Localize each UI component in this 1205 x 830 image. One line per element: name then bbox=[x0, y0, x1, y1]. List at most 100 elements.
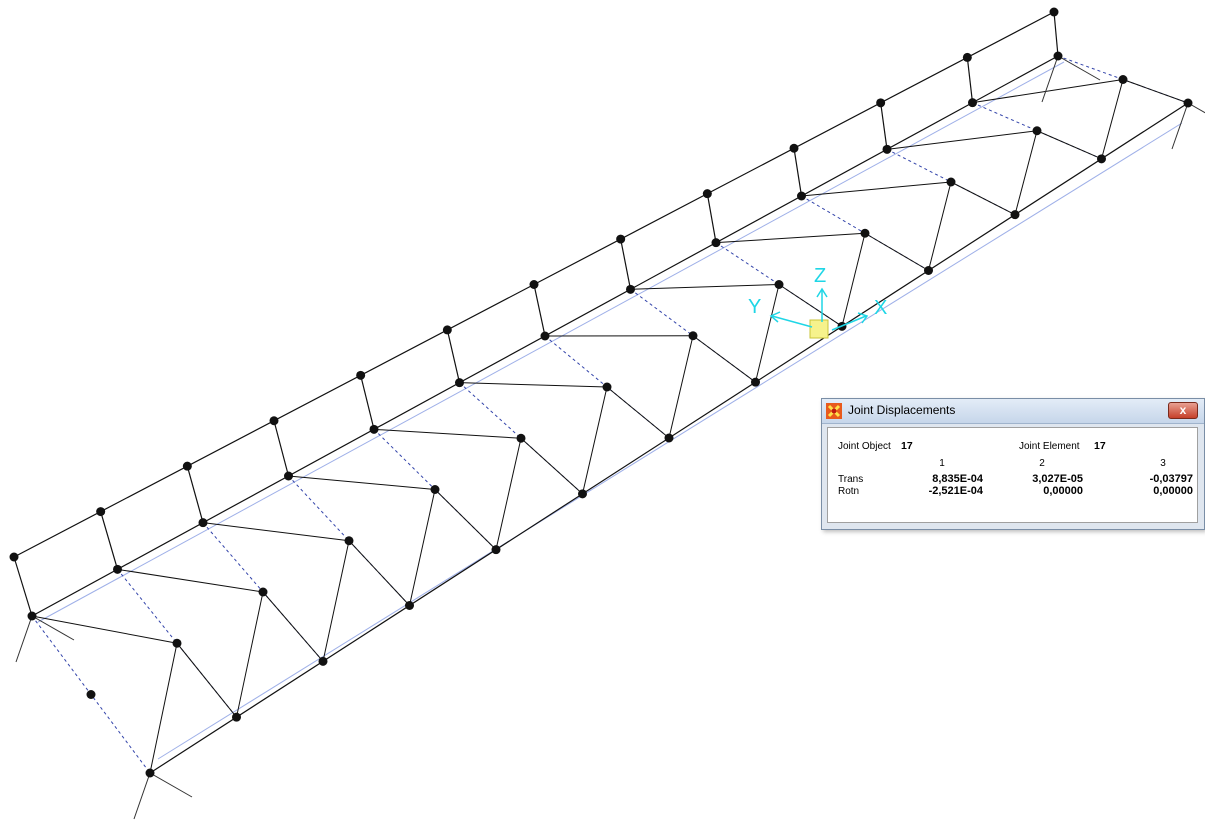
floor-diagonal bbox=[668, 335, 694, 439]
dialog-content: Joint Object 17 Joint Element 17 1 2 3 T… bbox=[827, 427, 1198, 523]
vertical-member bbox=[620, 238, 632, 290]
joint-node[interactable] bbox=[455, 378, 464, 388]
joint-node[interactable] bbox=[1053, 51, 1063, 61]
joint-node[interactable] bbox=[344, 536, 354, 546]
close-icon: x bbox=[1179, 403, 1187, 417]
joint-node[interactable] bbox=[924, 266, 933, 275]
front-brace bbox=[434, 489, 497, 551]
trans-row-label: Trans bbox=[838, 474, 864, 485]
joint-node[interactable] bbox=[232, 712, 241, 722]
joint-node[interactable] bbox=[113, 564, 122, 574]
joint-node[interactable] bbox=[491, 545, 501, 555]
floor-diagonal bbox=[886, 130, 1038, 150]
joint-node[interactable] bbox=[882, 144, 892, 154]
support-right-back bbox=[1041, 55, 1101, 103]
vertical-member bbox=[706, 193, 717, 243]
joint-node[interactable] bbox=[860, 228, 870, 238]
joint-node[interactable] bbox=[616, 234, 626, 244]
joint-node[interactable] bbox=[369, 424, 379, 434]
floor-diagonal bbox=[582, 386, 608, 494]
joint-node[interactable] bbox=[318, 656, 328, 666]
joint-node[interactable] bbox=[664, 433, 674, 443]
joint-node[interactable] bbox=[1097, 154, 1106, 164]
rotn-value-2: 0,00000 bbox=[1043, 485, 1083, 497]
joint-node[interactable] bbox=[529, 280, 539, 289]
joint-node[interactable] bbox=[284, 471, 293, 481]
joint-node[interactable] bbox=[1183, 98, 1193, 108]
floor-diagonal bbox=[117, 568, 264, 593]
support-left-back bbox=[15, 615, 75, 663]
joint-node[interactable] bbox=[540, 331, 550, 341]
trans-value-3: -0,03797 bbox=[1149, 473, 1193, 485]
vertical-member bbox=[533, 284, 546, 337]
x-axis-label: X bbox=[874, 297, 887, 319]
joint-node[interactable] bbox=[962, 52, 972, 62]
joint-node[interactable] bbox=[1010, 210, 1020, 220]
dialog-title-bar[interactable]: Joint Displacements x bbox=[822, 399, 1204, 424]
joint-node[interactable] bbox=[96, 507, 106, 517]
joint-node[interactable] bbox=[968, 98, 977, 108]
joint-object-label: Joint Object bbox=[838, 441, 891, 452]
joint-node[interactable] bbox=[258, 587, 268, 597]
vertical-member bbox=[360, 375, 375, 430]
joint-node[interactable] bbox=[27, 611, 37, 621]
floor-diagonal bbox=[715, 232, 866, 244]
front-brace bbox=[520, 437, 583, 495]
joint-node[interactable] bbox=[774, 280, 784, 289]
joint-node[interactable] bbox=[626, 284, 635, 294]
joint-node[interactable] bbox=[269, 416, 279, 426]
joint-node[interactable] bbox=[702, 189, 712, 199]
joint-node[interactable] bbox=[145, 768, 155, 778]
joint-node[interactable] bbox=[1032, 126, 1042, 136]
front-brace bbox=[864, 232, 929, 271]
joint-nodes bbox=[9, 7, 1193, 778]
column-header-3: 3 bbox=[1160, 458, 1166, 469]
joint-node[interactable] bbox=[442, 325, 452, 335]
floor-diagonal bbox=[928, 181, 952, 271]
joint-node[interactable] bbox=[516, 433, 526, 443]
rotn-row-label: Rotn bbox=[838, 486, 860, 497]
joint-node[interactable] bbox=[876, 98, 886, 108]
joint-node[interactable] bbox=[86, 690, 96, 699]
front-brace bbox=[692, 335, 756, 383]
joint-node[interactable] bbox=[797, 191, 806, 201]
joint-node[interactable] bbox=[789, 143, 799, 153]
joint-node[interactable] bbox=[405, 601, 414, 610]
column-header-1: 1 bbox=[939, 458, 945, 469]
joint-node[interactable] bbox=[578, 489, 587, 499]
joint-node[interactable] bbox=[946, 177, 956, 187]
joint-node[interactable] bbox=[1118, 75, 1128, 84]
floor-diagonal bbox=[288, 475, 436, 490]
axis-origin-cube bbox=[809, 319, 829, 339]
vertical-member bbox=[1053, 11, 1059, 57]
floor-diagonal bbox=[972, 79, 1124, 104]
joint-node[interactable] bbox=[430, 485, 440, 494]
joint-node[interactable] bbox=[182, 461, 192, 471]
front-brace bbox=[176, 642, 237, 718]
floor-diagonal bbox=[409, 489, 436, 606]
joint-node[interactable] bbox=[688, 331, 698, 341]
close-button[interactable]: x bbox=[1168, 402, 1198, 419]
joint-node[interactable] bbox=[172, 638, 182, 648]
vertical-member bbox=[793, 148, 803, 197]
joint-node[interactable] bbox=[602, 382, 612, 392]
joint-node[interactable] bbox=[198, 518, 208, 528]
floor-diagonal bbox=[149, 643, 178, 774]
joint-node[interactable] bbox=[9, 552, 19, 562]
joint-node[interactable] bbox=[711, 238, 721, 248]
vertical-member bbox=[880, 102, 888, 150]
dialog-title: Joint Displacements bbox=[848, 403, 956, 417]
rotn-value-1: -2,521E-04 bbox=[928, 485, 983, 497]
joint-element-value: 17 bbox=[1094, 440, 1106, 452]
floor-diagonal bbox=[459, 382, 608, 388]
joint-node[interactable] bbox=[751, 377, 760, 387]
front-brace bbox=[950, 181, 1016, 216]
support-left-front bbox=[133, 772, 193, 820]
y-axis-label: Y bbox=[748, 296, 761, 318]
joint-displacements-dialog[interactable]: Joint Displacements x Joint Object 17 Jo… bbox=[821, 398, 1205, 530]
front-brace bbox=[606, 386, 670, 439]
floor-diagonal bbox=[841, 233, 866, 327]
joint-node[interactable] bbox=[356, 370, 366, 380]
joint-node[interactable] bbox=[1049, 7, 1059, 17]
vertical-member bbox=[13, 556, 33, 617]
